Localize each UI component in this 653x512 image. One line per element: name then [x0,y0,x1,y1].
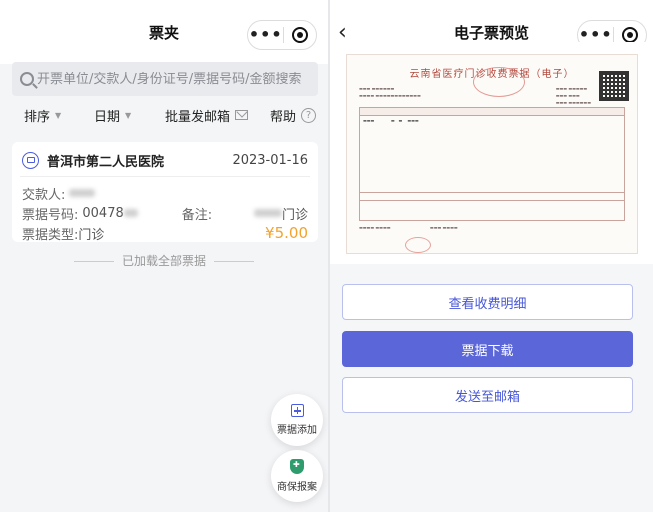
invoice-preview-area: 云南省医疗门诊收费票据（电子） ▬▬▬ ▬▬▬▬▬▬ ▬▬▬▬ ▬▬▬▬▬▬▬▬▬… [330,42,653,264]
insurance-claim-button[interactable]: 商保报案 [271,450,323,502]
payer-row: 交款人: [22,183,308,203]
add-icon [290,404,304,417]
invoice-seal [473,67,525,97]
sort-filter[interactable]: 排序 ▼ [24,106,61,125]
remark-label: 备注: [181,207,213,223]
number-row: 票据号码: 00478 备注: 门诊 [22,203,308,223]
more-dots-icon[interactable]: ••• [248,21,283,49]
insurance-claim-label: 商保报案 [277,482,317,493]
add-ticket-label: 票据添加 [277,425,317,436]
invoice-table-row: ▬▬▬ ▬ ▬ ▬▬▬ [363,118,419,123]
help-button[interactable]: 帮助 ? [270,106,317,125]
navbar-left: 票夹 ••• [0,0,328,64]
sort-label: 排序 [24,109,51,125]
payer-label: 交款人: [22,187,66,203]
invoice-meta-left: ▬▬▬ ▬▬▬▬▬▬ ▬▬▬▬ ▬▬▬▬▬▬▬▬▬▬▬▬ [359,86,421,98]
invoice-meta-right: ▬▬▬ ▬▬▬▬▬ ▬▬▬ ▬▬▬ ▬▬▬ ▬▬▬▬▬▬ [555,86,591,105]
card-divider [20,176,310,177]
search-bar[interactable] [12,62,318,96]
invoice-table-line [360,200,624,201]
type-label: 票据类型: [22,227,79,243]
caret-down-icon: ▼ [55,110,62,120]
ticket-folder-panel: 票夹 ••• 排序 ▼ 日期 ▼ 批量发邮箱 帮助 ? 普洱市第 [0,0,328,512]
batch-mail-label: 批量发邮箱 [165,109,231,125]
remark-value: 门诊 [281,207,308,223]
mini-program-capsule: ••• [247,20,317,50]
filter-bar: 排序 ▼ 日期 ▼ 批量发邮箱 帮助 ? [0,100,328,130]
search-icon [20,72,34,86]
remark-blurred [253,209,282,217]
search-input[interactable] [37,71,307,87]
invoice-seal-small [405,237,431,253]
loaded-all-text: 已加载全部票据 [0,252,328,269]
invoice-table-line [360,192,624,193]
ticket-card[interactable]: 普洱市第二人民医院 2023-01-16 交款人: 票据号码: 00478 备注… [12,142,318,243]
invoice-image[interactable]: 云南省医疗门诊收费票据（电子） ▬▬▬ ▬▬▬▬▬▬ ▬▬▬▬ ▬▬▬▬▬▬▬▬▬… [346,54,638,254]
close-target-icon[interactable] [614,27,646,43]
caret-down-icon: ▼ [125,110,132,120]
number-label: 票据号码: [22,207,79,223]
type-row: 票据类型: 门诊 ¥5.00 [22,223,308,243]
mail-icon [235,110,249,120]
qr-code [599,71,629,101]
ticket-date: 2023-01-16 [232,152,308,168]
date-label: 日期 [94,109,121,125]
hospital-icon [22,151,39,169]
download-button[interactable]: 票据下载 [342,331,633,367]
batch-mail-button[interactable]: 批量发邮箱 [165,106,249,125]
date-filter[interactable]: 日期 ▼ [94,106,131,125]
amount: ¥5.00 [265,224,308,242]
view-details-button[interactable]: 查看收费明细 [342,284,633,320]
card-header: 普洱市第二人民医院 2023-01-16 [22,144,308,176]
send-mail-button[interactable]: 发送至邮箱 [342,377,633,413]
payer-blurred [69,189,96,197]
invoice-footer: ▬▬▬▬ ▬▬▬▬ ▬▬▬ ▬▬▬▬ [359,225,458,230]
number-blurred [123,209,138,217]
close-target-icon[interactable] [284,27,316,43]
e-ticket-preview-panel: ‹ 电子票预览 ••• 云南省医疗门诊收费票据（电子） ▬▬▬ ▬▬▬▬▬▬ ▬▬… [330,0,653,512]
help-icon: ? [301,107,317,123]
help-label: 帮助 [270,109,297,125]
add-ticket-button[interactable]: 票据添加 [271,394,323,446]
type-value: 门诊 [78,227,105,243]
hospital-name: 普洱市第二人民医院 [47,154,165,170]
invoice-table-header [360,108,624,116]
number-value: 00478 [82,205,124,221]
invoice-table: ▬▬▬ ▬ ▬ ▬▬▬ [359,107,625,221]
shield-icon [290,459,304,474]
